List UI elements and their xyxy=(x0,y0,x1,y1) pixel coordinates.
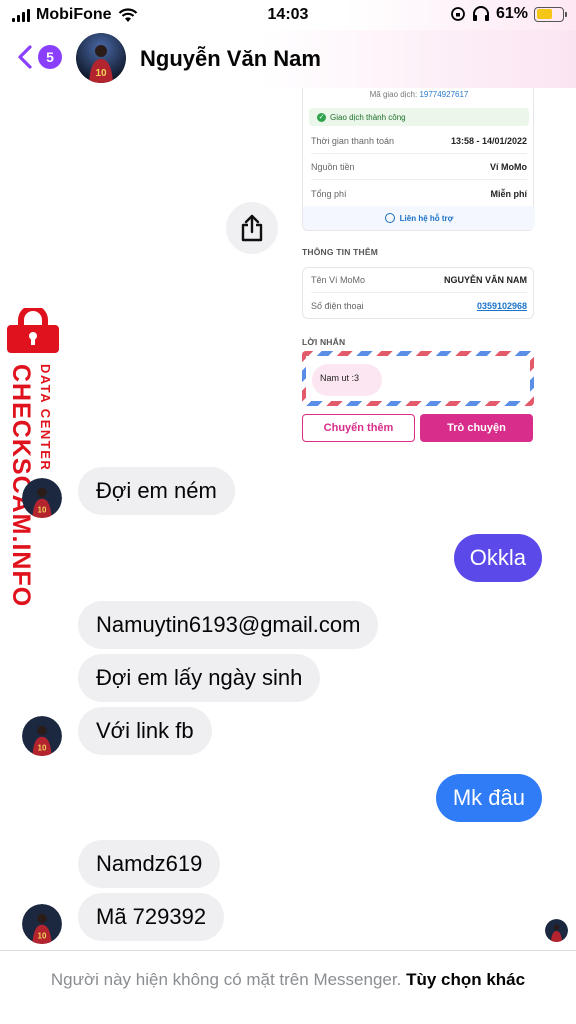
transaction-card: Mã giao dịch: 19774927617 ✓ Giao dịch th… xyxy=(302,88,535,231)
avatar-image: 10 xyxy=(22,478,62,518)
back-button[interactable]: 5 xyxy=(16,44,62,70)
unavailable-text: Người này hiện không có mặt trên Messeng… xyxy=(50,970,402,989)
lock-icon xyxy=(7,308,59,353)
extra-info-card: Tên Ví MoMo NGUYỄN VĂN NAM Số điện thoại… xyxy=(302,267,534,319)
contact-avatar[interactable]: 10 xyxy=(76,33,126,83)
outgoing-message[interactable]: Okkla xyxy=(453,534,542,582)
success-text: Giao dịch thành công xyxy=(330,112,406,122)
status-right: 61% xyxy=(450,5,567,23)
avatar-image: 10 xyxy=(76,33,126,83)
more-options-link[interactable]: Tùy chọn khác xyxy=(406,970,525,989)
incoming-message[interactable]: Đợi em ném xyxy=(78,467,235,515)
support-link: Liên hệ hỗ trợ xyxy=(303,206,535,230)
note-text: Nam ut :3 xyxy=(312,364,382,396)
note-title: LỜI NHẮN xyxy=(302,337,346,347)
unread-count-badge: 5 xyxy=(38,45,62,69)
battery-icon xyxy=(534,6,567,22)
watermark: CHECKSCAM.INFO DATA CENTER xyxy=(2,308,64,607)
row-value: NGUYỄN VĂN NAM xyxy=(443,275,527,285)
transaction-id: 19774927617 xyxy=(419,90,469,99)
watermark-sub-text: DATA CENTER xyxy=(38,364,53,472)
support-icon xyxy=(384,213,395,223)
receipt-row: Thời gian thanh toán 13:58 - 14/01/2022 xyxy=(311,129,527,154)
svg-text:10: 10 xyxy=(38,931,47,940)
transfer-more-button: Chuyển thêm xyxy=(302,414,415,442)
share-button[interactable] xyxy=(226,202,278,254)
chat-button: Trò chuyện xyxy=(420,414,533,442)
receipt-row: Tên Ví MoMo NGUYỄN VĂN NAM xyxy=(311,268,527,293)
success-banner: ✓ Giao dịch thành công xyxy=(309,108,529,126)
orientation-lock-icon xyxy=(451,7,465,21)
row-label: Thời gian thanh toán xyxy=(311,136,394,146)
phone-number: 0359102968 xyxy=(476,300,527,311)
battery-percent: 61% xyxy=(495,5,528,22)
chevron-left-icon xyxy=(18,45,32,69)
svg-text:10: 10 xyxy=(95,68,107,79)
seen-indicator-avatar xyxy=(545,919,568,942)
conversation-header: 5 10 Nguyễn Văn Nam xyxy=(0,30,576,88)
row-label: Tên Ví MoMo xyxy=(311,275,366,285)
contact-avatar-small[interactable]: 10 xyxy=(22,716,62,756)
incoming-message[interactable]: Với link fb xyxy=(78,707,212,755)
check-circle-icon: ✓ xyxy=(317,112,326,122)
row-label: Số điện thoại xyxy=(311,300,364,311)
transaction-id-line: Mã giao dịch: 19774927617 xyxy=(303,90,535,99)
support-text: Liên hệ hỗ trợ xyxy=(399,213,454,223)
row-value: Ví MoMo xyxy=(490,162,527,172)
envelope-inner: Nam ut :3 xyxy=(306,356,530,401)
status-bar: MobiFone 14:03 61% xyxy=(0,0,576,30)
share-icon xyxy=(241,214,263,242)
receipt-row: Nguồn tiền Ví MoMo xyxy=(311,155,527,180)
transaction-id-label: Mã giao dịch: xyxy=(369,90,418,99)
avatar-image xyxy=(545,919,568,942)
avatar-image: 10 xyxy=(22,716,62,756)
incoming-message[interactable]: Namuytin6193@gmail.com xyxy=(78,601,379,649)
contact-avatar-small[interactable]: 10 xyxy=(22,478,62,518)
contact-name[interactable]: Nguyễn Văn Nam xyxy=(140,46,321,72)
note-envelope: Nam ut :3 xyxy=(302,351,534,406)
incoming-message[interactable]: Đợi em lấy ngày sinh xyxy=(78,654,321,702)
extra-info-title: THÔNG TIN THÊM xyxy=(302,247,378,257)
outgoing-message[interactable]: Mk đâu xyxy=(435,774,542,822)
row-label: Tổng phí xyxy=(311,188,347,199)
receipt-row: Tổng phí Miễn phí xyxy=(311,181,527,206)
row-value: Miễn phí xyxy=(490,188,528,199)
svg-text:10: 10 xyxy=(38,505,47,514)
svg-text:10: 10 xyxy=(38,743,47,752)
incoming-message[interactable]: Namdz619 xyxy=(78,840,221,888)
contact-avatar-small[interactable]: 10 xyxy=(22,904,62,944)
unavailable-notice: Người này hiện không có mặt trên Messeng… xyxy=(0,950,576,1024)
incoming-message[interactable]: Mã 729392 xyxy=(78,893,225,941)
row-label: Nguồn tiền xyxy=(311,162,355,172)
battery-level xyxy=(536,9,552,19)
headphones-icon xyxy=(472,6,489,21)
receipt-row: Số điện thoại 0359102968 xyxy=(311,293,527,318)
row-value: 13:58 - 14/01/2022 xyxy=(450,136,527,146)
avatar-image: 10 xyxy=(22,904,62,944)
